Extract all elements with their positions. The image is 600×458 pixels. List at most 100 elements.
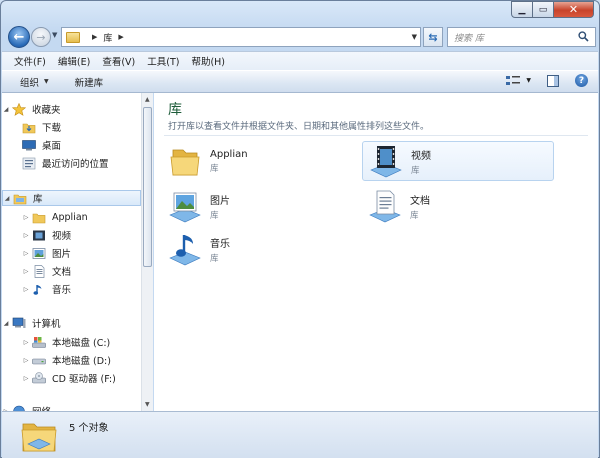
navigation-scrollbar[interactable]: ▲ ▼ (141, 93, 153, 411)
menu-file[interactable]: 文件(F) (14, 54, 46, 68)
forward-button[interactable]: → (31, 27, 51, 47)
view-options-dropdown-icon[interactable]: ▼ (526, 77, 531, 84)
nav-drive-label: CD 驱动器 (F:) (52, 374, 116, 385)
breadcrumb-arrow-icon[interactable]: ▶ (118, 33, 123, 41)
nav-network[interactable]: ▷ 网络 (2, 403, 141, 411)
collapse-arrow-icon[interactable]: ◢ (2, 106, 10, 113)
nav-recent-places[interactable]: 最近访问的位置 (2, 155, 141, 171)
breadcrumb-libraries[interactable]: 库 (103, 31, 112, 44)
collapse-arrow-icon[interactable]: ◢ (3, 195, 11, 202)
address-bar[interactable]: ▶ 库 ▶ ▼ (61, 27, 421, 47)
nav-lib-videos[interactable]: ▷ 视频 (2, 227, 141, 243)
nav-computer-label: 计算机 (32, 319, 61, 330)
menu-edit[interactable]: 编辑(E) (58, 54, 90, 68)
libraries-icon (13, 194, 27, 204)
tile-type: 库 (411, 165, 420, 176)
close-button[interactable]: ✕ (554, 1, 594, 18)
maximize-button[interactable]: ▭ (533, 1, 554, 18)
minimize-button[interactable]: ▁ (511, 1, 533, 18)
new-library-button[interactable]: 新建库 (75, 75, 104, 89)
libraries-icon (21, 423, 57, 452)
tile-type: 库 (410, 210, 419, 221)
expand-arrow-icon[interactable]: ▷ (22, 268, 30, 275)
menu-bar: 文件(F) 编辑(E) 查看(V) 工具(T) 帮助(H) (2, 51, 598, 70)
hard-drive-icon (32, 358, 46, 364)
nav-lib-applian[interactable]: ▷ Applian (2, 209, 141, 225)
search-icon[interactable] (578, 31, 589, 42)
expand-arrow-icon[interactable]: ▷ (22, 214, 30, 221)
system-drive-icon (32, 336, 46, 348)
nav-downloads[interactable]: 下载 (2, 119, 141, 135)
search-placeholder: 搜索 库 (454, 33, 484, 44)
explorer-window: ▁ ▭ ✕ ← → ▼ ▶ 库 ▶ ▼ ⇆ 搜索 库 文件(F) 编辑(E) 查… (0, 0, 600, 458)
expand-arrow-icon[interactable]: ▷ (22, 339, 30, 346)
computer-icon (12, 317, 26, 328)
nav-lib-documents[interactable]: ▷ 文档 (2, 263, 141, 279)
menu-help[interactable]: 帮助(H) (191, 54, 225, 68)
nav-favorites[interactable]: ◢ 收藏夹 (2, 101, 141, 117)
library-tile-videos[interactable]: 视频 库 (362, 141, 554, 181)
library-tile-music[interactable]: 音乐 库 (162, 229, 354, 269)
preview-pane-icon[interactable] (547, 74, 559, 87)
library-folder-icon (66, 31, 80, 43)
folder-icon (170, 149, 200, 176)
scrollbar-thumb[interactable] (143, 107, 152, 267)
nav-lib-label: 音乐 (52, 285, 72, 296)
document-icon (34, 264, 45, 278)
star-icon (12, 102, 26, 116)
new-library-label: 新建库 (74, 77, 104, 89)
music-note-icon (33, 284, 42, 295)
nav-recent-label: 最近访问的位置 (42, 159, 109, 170)
desktop-icon (22, 139, 36, 150)
change-view-icon[interactable] (506, 75, 521, 87)
chevron-down-icon: ▼ (44, 78, 49, 85)
nav-drive-d[interactable]: ▷ 本地磁盘 (D:) (2, 352, 141, 368)
nav-desktop-label: 桌面 (42, 141, 62, 152)
expand-arrow-icon[interactable]: ▷ (22, 357, 30, 364)
library-tile-pictures[interactable]: 图片 库 (162, 186, 354, 226)
tile-type: 库 (210, 253, 219, 264)
documents-library-icon (369, 190, 401, 223)
divider (164, 135, 588, 136)
nav-lib-label: 图片 (52, 249, 72, 260)
nav-computer[interactable]: ◢ 计算机 (2, 315, 141, 331)
collapse-arrow-icon[interactable]: ◢ (2, 320, 10, 327)
nav-lib-music[interactable]: ▷ 音乐 (2, 281, 141, 297)
expand-arrow-icon[interactable]: ▷ (22, 375, 30, 382)
expand-arrow-icon[interactable]: ▷ (22, 250, 30, 257)
nav-lib-label: 文档 (52, 267, 72, 278)
expand-arrow-icon[interactable]: ▷ (22, 286, 30, 293)
library-tile-applian[interactable]: Applian 库 (162, 141, 354, 181)
search-input[interactable]: 搜索 库 (447, 27, 596, 47)
organize-button[interactable]: 组织 ▼ (20, 75, 49, 89)
expand-arrow-icon[interactable]: ▷ (22, 232, 30, 239)
refresh-button[interactable]: ⇆ (423, 27, 443, 47)
music-library-icon (169, 235, 201, 266)
help-icon[interactable]: ? (575, 74, 588, 87)
content-pane: 库 打开库以查看文件并根据文件夹、日期和其他属性排列这些文件。 Applian … (154, 93, 598, 411)
scroll-down-icon[interactable]: ▼ (145, 401, 150, 408)
nav-libraries-label: 库 (33, 194, 43, 205)
navigation-pane: ◢ 收藏夹 下载 桌面 最近访问的位置 ◢ 库 ▷ Applian ▷ 视频 ▷… (2, 93, 141, 411)
nav-favorites-label: 收藏夹 (32, 105, 61, 116)
nav-drive-c[interactable]: ▷ 本地磁盘 (C:) (2, 334, 141, 350)
item-count: 5 个对象 (69, 423, 109, 434)
folder-icon (32, 213, 46, 223)
nav-libraries[interactable]: ◢ 库 (2, 190, 141, 206)
nav-lib-pictures[interactable]: ▷ 图片 (2, 245, 141, 261)
nav-desktop[interactable]: 桌面 (2, 137, 141, 153)
address-dropdown-icon[interactable]: ▼ (412, 33, 417, 41)
recent-pages-dropdown-icon[interactable]: ▼ (52, 31, 57, 39)
menu-view[interactable]: 查看(V) (102, 54, 135, 68)
breadcrumb-arrow-icon[interactable]: ▶ (92, 33, 97, 41)
tile-name: Applian (210, 148, 248, 160)
nav-drive-f[interactable]: ▷ CD 驱动器 (F:) (2, 370, 141, 386)
menu-tools[interactable]: 工具(T) (147, 54, 179, 68)
library-tile-documents[interactable]: 文档 库 (362, 186, 554, 226)
tile-type: 库 (210, 210, 219, 221)
command-toolbar: 组织 ▼ 新建库 ▼ ? (2, 70, 598, 93)
scroll-up-icon[interactable]: ▲ (145, 96, 150, 103)
nav-network-label: 网络 (32, 404, 51, 411)
back-button[interactable]: ← (8, 26, 30, 48)
downloads-folder-icon (22, 123, 36, 133)
